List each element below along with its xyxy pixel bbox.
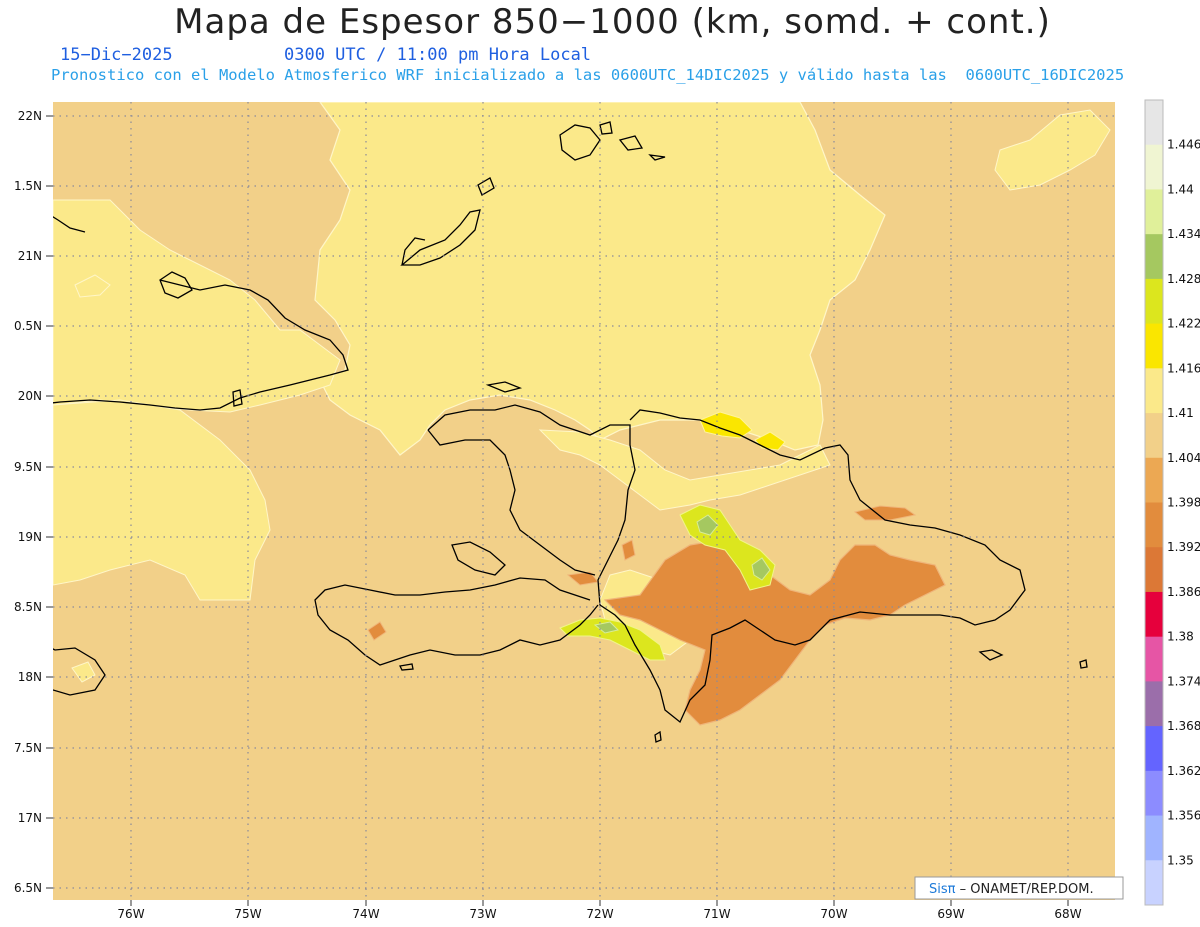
lat-label: 19N xyxy=(18,530,42,544)
colorbar: 1.446 1.44 1.434 1.428 1.422 1.416 1.41 1.404 1.… xyxy=(1144,99,1200,906)
colorbar-label: 1.35 xyxy=(1167,853,1194,867)
lat-label: 7.5N xyxy=(14,741,42,755)
colorbar-label: 1.416 xyxy=(1167,361,1200,375)
colorbar-swatch xyxy=(1145,860,1163,906)
colorbar-label: 1.368 xyxy=(1167,719,1200,733)
colorbar-swatch xyxy=(1145,144,1163,190)
colorbar-label: 1.38 xyxy=(1167,630,1194,644)
lat-label: 9.5N xyxy=(14,460,42,474)
colorbar-label: 1.434 xyxy=(1167,227,1200,241)
svg-text:Sisπ – ONAMET/REP.DOM.: Sisπ – ONAMET/REP.DOM. xyxy=(929,882,1094,897)
lon-label: 75W xyxy=(234,907,261,921)
colorbar-label: 1.374 xyxy=(1167,674,1200,688)
colorbar-swatch xyxy=(1145,189,1163,235)
lat-label: 0.5N xyxy=(14,319,42,333)
lat-label: 1.5N xyxy=(14,179,42,193)
colorbar-label: 1.428 xyxy=(1167,272,1200,286)
colorbar-label: 1.398 xyxy=(1167,496,1200,510)
lon-label: 71W xyxy=(703,907,730,921)
lon-label: 70W xyxy=(820,907,847,921)
colorbar-swatch xyxy=(1145,815,1163,861)
colorbar-swatch xyxy=(1145,278,1163,325)
colorbar-swatch xyxy=(1145,368,1163,414)
colorbar-label: 1.386 xyxy=(1167,585,1200,599)
colorbar-label: 1.356 xyxy=(1167,809,1200,823)
lat-axis: 22N 1.5N 21N 0.5N 20N 9.5N 19N 8.5N 18N … xyxy=(14,109,53,895)
lat-label: 18N xyxy=(18,670,42,684)
lon-axis: 76W 75W 74W 73W 72W 71W 70W 69W 68W xyxy=(117,900,1082,921)
lon-label: 69W xyxy=(937,907,964,921)
colorbar-swatch xyxy=(1145,636,1163,682)
colorbar-swatch xyxy=(1145,100,1163,146)
colorbar-label: 1.392 xyxy=(1167,540,1200,554)
colorbar-swatch xyxy=(1145,547,1163,593)
lon-label: 72W xyxy=(586,907,613,921)
colorbar-swatch xyxy=(1145,681,1163,727)
lon-label: 73W xyxy=(469,907,496,921)
lat-label: 20N xyxy=(18,389,42,403)
colorbar-label: 1.404 xyxy=(1167,451,1200,465)
credit-box: Sisπ – ONAMET/REP.DOM. xyxy=(914,876,1124,900)
lat-label: 21N xyxy=(18,249,42,263)
lon-label: 76W xyxy=(117,907,144,921)
credit-text: ONAMET/REP.DOM. xyxy=(966,882,1094,897)
colorbar-swatch xyxy=(1145,726,1163,772)
credit-brand: Sisπ xyxy=(929,882,956,897)
colorbar-swatch xyxy=(1145,323,1163,369)
map-canvas: 22N 1.5N 21N 0.5N 20N 9.5N 19N 8.5N 18N … xyxy=(14,99,1200,921)
colorbar-swatch xyxy=(1145,234,1163,280)
lon-label: 74W xyxy=(352,907,379,921)
lat-label: 17N xyxy=(18,811,42,825)
colorbar-label: 1.422 xyxy=(1167,317,1200,331)
lon-label: 68W xyxy=(1054,907,1081,921)
colorbar-swatch xyxy=(1145,413,1163,459)
colorbar-swatch xyxy=(1145,457,1163,503)
colorbar-swatch xyxy=(1145,770,1163,817)
lat-label: 8.5N xyxy=(14,600,42,614)
colorbar-label: 1.41 xyxy=(1167,406,1194,420)
lat-label: 6.5N xyxy=(14,881,42,895)
colorbar-swatch xyxy=(1145,502,1163,548)
colorbar-label: 1.44 xyxy=(1167,182,1194,196)
colorbar-label: 1.362 xyxy=(1167,764,1200,778)
lat-label: 22N xyxy=(18,109,42,123)
colorbar-swatch xyxy=(1145,591,1163,638)
colorbar-label: 1.446 xyxy=(1167,138,1200,152)
